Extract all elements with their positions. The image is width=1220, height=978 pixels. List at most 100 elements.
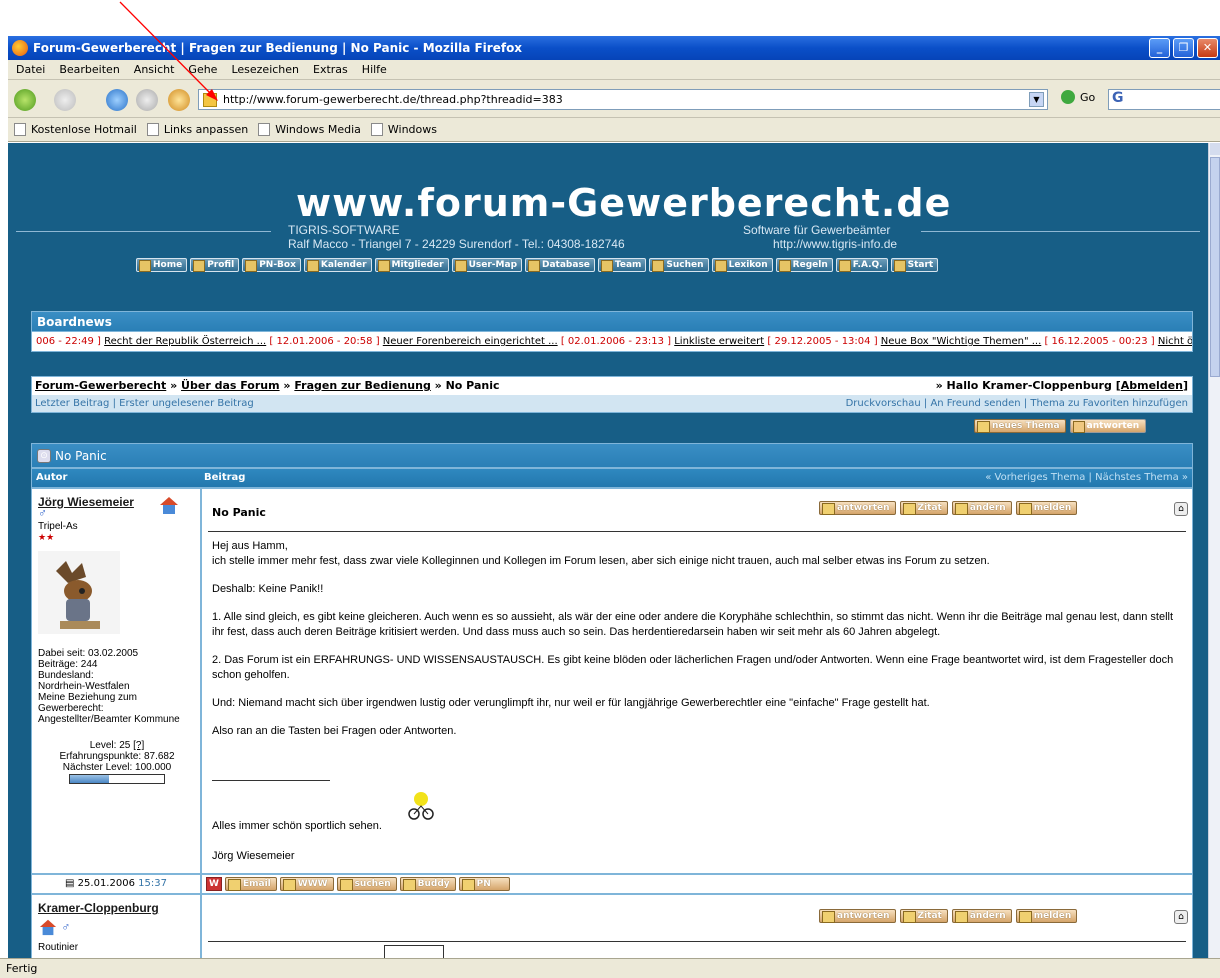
reload-icon[interactable] [106, 89, 128, 111]
nav-profil[interactable]: Profil [190, 258, 240, 272]
logout-link[interactable]: Abmelden [1121, 379, 1183, 392]
bookmark-item[interactable]: Kostenlose Hotmail [14, 123, 137, 137]
report-button[interactable]: melden [1015, 501, 1078, 515]
level-help-link[interactable]: [?] [133, 740, 144, 751]
quote-button[interactable]: Zitat [899, 909, 948, 923]
menu-ansicht[interactable]: Ansicht [134, 63, 175, 76]
search-user-button[interactable]: suchen [336, 877, 397, 891]
post-paragraph: 1. Alle sind gleich, es gibt keine gleic… [212, 611, 1174, 638]
prev-thread-link[interactable]: Vorheriges Thema [995, 472, 1086, 483]
scrollbar-thumb[interactable] [1210, 157, 1220, 377]
nav-suchen[interactable]: Suchen [649, 258, 709, 272]
go-button[interactable]: Go [1061, 90, 1095, 104]
scroll-top-icon[interactable]: ⌂ [1174, 502, 1188, 516]
stop-icon[interactable] [136, 89, 158, 111]
page-scrollbar[interactable] [1208, 143, 1220, 958]
news-link[interactable]: Nicht öffentliches Fo [1158, 336, 1192, 347]
crumb-about[interactable]: Über das Forum [181, 379, 280, 392]
edit-button[interactable]: ändern [951, 909, 1012, 923]
search-box[interactable]: G [1108, 89, 1220, 110]
rank-stars-icon: ★★ [38, 532, 55, 542]
post1-state-label: Bundesland: [38, 670, 94, 681]
crumb-category[interactable]: Fragen zur Bedienung [294, 379, 430, 392]
news-link[interactable]: Neue Box "Wichtige Themen" ... [881, 336, 1041, 347]
address-bar[interactable]: http://www.forum-gewerberecht.de/thread.… [198, 89, 1048, 110]
minimize-button[interactable]: _ [1149, 38, 1170, 58]
add-favorite-link[interactable]: Thema zu Favoriten hinzufügen [1030, 398, 1188, 409]
news-link[interactable]: Recht der Republik Österreich ... [104, 336, 266, 347]
level-progress-fill [70, 775, 110, 783]
menu-extras[interactable]: Extras [313, 63, 348, 76]
male-icon: ♂ [61, 920, 71, 935]
signature-divider [212, 780, 330, 781]
crumb-forum[interactable]: Forum-Gewerberecht [35, 379, 166, 392]
www-button[interactable]: WWW [279, 877, 334, 891]
email-button[interactable]: Email [225, 877, 277, 891]
post1-relation: Angestellter/Beamter Kommune [38, 714, 180, 725]
reply-button[interactable]: antworten [1069, 419, 1147, 433]
homepage-icon[interactable] [38, 918, 58, 938]
quote-button[interactable]: Zitat [899, 501, 948, 515]
post-reply-button[interactable]: antworten [819, 909, 896, 923]
forward-icon[interactable] [54, 89, 76, 111]
bookmark-item[interactable]: Windows [370, 123, 437, 137]
edit-button[interactable]: ändern [951, 501, 1012, 515]
bookmark-item[interactable]: Windows Media [258, 123, 361, 137]
banner-company: TIGRIS-SOFTWARE [288, 223, 400, 237]
post1-time: 15:37 [138, 878, 167, 889]
post2-actions: antworten Zitat ändern melden [819, 909, 1078, 923]
maximize-button[interactable]: ❐ [1173, 38, 1194, 58]
post-paragraph: Also ran an die Tasten bei Fragen oder A… [212, 725, 457, 737]
forum-logo: www.forum-Gewerberecht.de [296, 181, 952, 225]
nav-start[interactable]: Start [890, 258, 939, 272]
post1-avatar [38, 551, 120, 634]
banner-tagline: Software für Gewerbeämter [743, 223, 891, 237]
address-dropdown-icon[interactable]: ▼ [1029, 92, 1044, 107]
page-icon [258, 123, 271, 137]
news-link[interactable]: Neuer Forenbereich eingerichtet ... [383, 336, 558, 347]
thread-column-header: Autor Beitrag « Vorheriges Thema | Nächs… [31, 468, 1193, 488]
buddy-button[interactable]: Buddy [399, 877, 456, 891]
nav-team[interactable]: Team [597, 258, 647, 272]
nav-pn-box[interactable]: PN-Box [242, 258, 301, 272]
menu-gehe[interactable]: Gehe [188, 63, 217, 76]
scroll-up-arrow-icon[interactable] [1210, 143, 1220, 155]
nav-mitglieder[interactable]: Mitglieder [374, 258, 449, 272]
thread-icon: ⊙ [37, 448, 51, 463]
report-button[interactable]: melden [1015, 909, 1078, 923]
level-progress-bar [69, 774, 165, 784]
pn-button[interactable]: PN [458, 877, 510, 891]
menu-bearbeiten[interactable]: Bearbeiten [59, 63, 119, 76]
nav-database[interactable]: Database [525, 258, 595, 272]
warn-icon[interactable]: W [206, 877, 222, 891]
post1-date: 25.01.2006 [77, 878, 135, 889]
nav-user-map[interactable]: User-Map [451, 258, 523, 272]
cyclist-smiley-icon [407, 791, 435, 824]
nav-home[interactable]: Home [136, 258, 188, 272]
nav-lexikon[interactable]: Lexikon [711, 258, 773, 272]
last-post-link[interactable]: Letzter Beitrag [35, 398, 109, 409]
menu-datei[interactable]: Datei [16, 63, 45, 76]
print-preview-link[interactable]: Druckvorschau [846, 398, 921, 409]
nav-faq[interactable]: F.A.Q. [835, 258, 888, 272]
forum-banner: www.forum-Gewerberecht.de TIGRIS-SOFTWAR… [16, 143, 1200, 283]
scroll-top-icon[interactable]: ⌂ [1174, 910, 1188, 924]
nav-kalender[interactable]: Kalender [303, 258, 372, 272]
first-unread-link[interactable]: Erster ungelesener Beitrag [119, 398, 254, 409]
menu-lesezeichen[interactable]: Lesezeichen [231, 63, 299, 76]
close-button[interactable]: ✕ [1197, 38, 1218, 58]
nav-regeln[interactable]: Regeln [775, 258, 833, 272]
post2-author-name[interactable]: Kramer-Cloppenburg [38, 902, 159, 914]
new-thread-button[interactable]: neues Thema [974, 419, 1066, 433]
menu-hilfe[interactable]: Hilfe [362, 63, 387, 76]
home-icon[interactable] [168, 89, 190, 111]
news-link[interactable]: Linkliste erweitert [674, 336, 764, 347]
post-paragraph: Hej aus Hamm, ich stelle immer mehr fest… [212, 540, 990, 567]
send-friend-link[interactable]: An Freund senden [930, 398, 1020, 409]
next-thread-link[interactable]: Nächstes Thema [1095, 472, 1179, 483]
back-icon[interactable] [14, 89, 36, 111]
homepage-icon[interactable] [158, 495, 178, 514]
post-reply-button[interactable]: antworten [819, 501, 896, 515]
signature-line: Alles immer schön sportlich sehen. [212, 820, 382, 832]
bookmark-item[interactable]: Links anpassen [146, 123, 248, 137]
